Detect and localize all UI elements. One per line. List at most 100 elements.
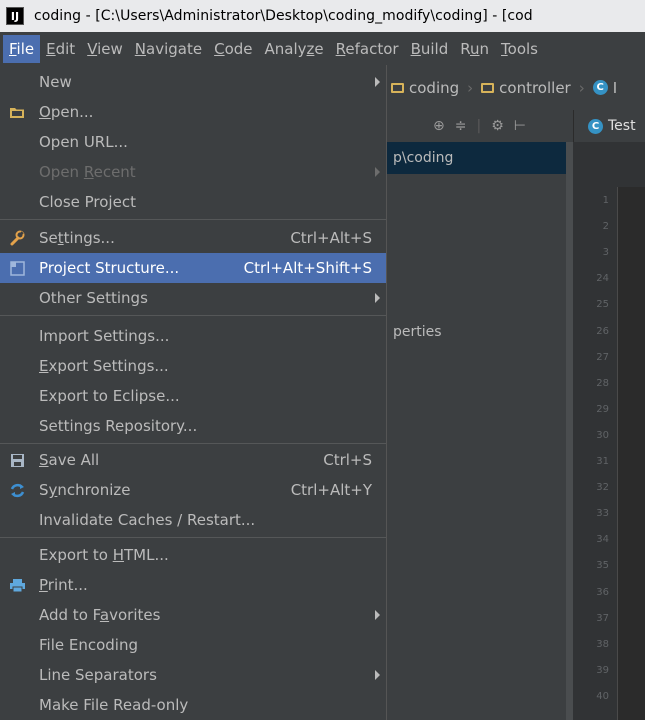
window-title: coding - [C:\Users\Administrator\Desktop… [34, 8, 533, 24]
menu-item-file-encoding[interactable]: File Encoding [0, 630, 386, 660]
chevron-right-icon: › [578, 78, 585, 97]
label-part: File Encoding [39, 636, 138, 654]
menu-item-label: Open URL... [39, 127, 128, 157]
menu-file[interactable]: File [3, 34, 41, 63]
editor-tab[interactable]: C Test [573, 110, 645, 142]
line-number: 35 [596, 560, 609, 572]
folder-icon [391, 82, 404, 93]
menu-label-part: efactor [345, 39, 399, 58]
gear-icon[interactable]: ⚙ [491, 118, 504, 134]
label-part: Line Separators [39, 666, 157, 684]
menu-item-open[interactable]: Open... [0, 97, 386, 127]
file-menu-dropdown: New Open... Open URL... Open Recent Clos… [0, 65, 387, 720]
line-number: 32 [596, 482, 609, 494]
menu-item-label: New [39, 67, 72, 97]
menu-item-label: Project Structure... [39, 253, 179, 283]
line-number: 28 [596, 377, 609, 389]
save-icon [11, 454, 24, 467]
menu-item-open-recent[interactable]: Open Recent [0, 157, 386, 187]
menu-item-export-html[interactable]: Export to HTML... [0, 540, 386, 570]
printer-icon [10, 579, 25, 593]
menu-item-label: Open... [39, 97, 93, 127]
window-title-bar: IJ coding - [C:\Users\Administrator\Desk… [0, 0, 645, 32]
wrench-settings-icon [10, 230, 25, 246]
menu-code[interactable]: Code [208, 35, 258, 63]
label-part: Export to Eclipse... [39, 387, 180, 405]
menu-item-make-read-only[interactable]: Make File Read-only [0, 690, 386, 720]
label-part: vorites [109, 606, 161, 624]
line-number: 25 [596, 299, 609, 311]
menu-item-label: Export Settings... [39, 351, 169, 381]
menu-edit[interactable]: Edit [40, 35, 81, 63]
menu-item-label: Close Project [39, 187, 136, 217]
project-panel-toolbar: ⊕ ≑ | ⚙ ⊢ [387, 110, 573, 142]
line-number: 2 [602, 221, 609, 233]
menu-mnemonic: N [134, 39, 147, 58]
tree-node-label: p\coding [393, 150, 454, 166]
collapse-all-icon[interactable]: ≑ [455, 118, 467, 134]
label-part: xport Settings... [48, 357, 169, 375]
menu-item-settings[interactable]: Settings... Ctrl+Alt+S [0, 223, 386, 253]
menu-item-other-settings[interactable]: Other Settings [0, 283, 386, 313]
submenu-arrow-icon [375, 610, 380, 620]
menu-item-label: Add to Favorites [39, 600, 160, 630]
menu-item-export-settings[interactable]: Export Settings... [0, 351, 386, 381]
project-tree-selected-node[interactable]: p\coding [387, 142, 573, 174]
menu-item-close-project[interactable]: Close Project [0, 187, 386, 217]
label-part: Make File Read-only [39, 696, 189, 714]
hide-panel-icon[interactable]: ⊢ [514, 118, 526, 134]
mnemonic: H [112, 546, 124, 564]
menu-item-label: Export to HTML... [39, 540, 169, 570]
line-number: 1 [602, 195, 609, 206]
menu-label-part: iew [97, 39, 123, 58]
submenu-arrow-icon [375, 293, 380, 303]
label-part: pen... [50, 103, 94, 121]
label-part: Export to [39, 546, 113, 564]
menu-item-new[interactable]: New [0, 67, 386, 97]
menu-item-label: Synchronize [39, 475, 130, 505]
menu-item-settings-repository[interactable]: Settings Repository... [0, 411, 386, 441]
menu-item-add-to-favorites[interactable]: Add to Favorites [0, 600, 386, 630]
menu-refactor[interactable]: Refactor [330, 35, 405, 63]
line-number: 34 [596, 534, 609, 546]
menu-item-print[interactable]: Print... [0, 570, 386, 600]
label-part: rint... [47, 576, 88, 594]
menu-item-shortcut: Ctrl+S [323, 451, 372, 469]
breadcrumb-label: I [612, 78, 618, 97]
menu-navigate[interactable]: Navigate [129, 35, 208, 63]
line-number: 30 [596, 429, 609, 441]
menu-tools[interactable]: Tools [495, 35, 544, 63]
menu-build[interactable]: Build [405, 35, 455, 63]
project-tree-node[interactable]: perties [393, 324, 442, 340]
menu-mnemonic: B [410, 39, 421, 58]
mnemonic: P [39, 576, 48, 594]
menu-item-line-separators[interactable]: Line Separators [0, 660, 386, 690]
code-editor-area[interactable] [617, 187, 645, 720]
synchronize-icon [10, 483, 25, 498]
menu-analyze[interactable]: Analyze [259, 35, 330, 63]
menu-item-save-all[interactable]: Save All Ctrl+S [0, 445, 386, 475]
line-number: 3 [602, 247, 609, 259]
menu-item-label: Other Settings [39, 283, 148, 313]
scroll-from-source-icon[interactable]: ⊕ [433, 118, 445, 134]
breadcrumb-class[interactable]: C I [589, 79, 621, 97]
label-part: TML... [123, 546, 169, 564]
class-icon: C [588, 118, 603, 134]
menu-item-project-structure[interactable]: Project Structure... Ctrl+Alt+Shift+S [0, 253, 386, 283]
menu-item-export-eclipse[interactable]: Export to Eclipse... [0, 381, 386, 411]
breadcrumb-controller[interactable]: controller [477, 79, 575, 97]
menu-item-invalidate-caches[interactable]: Invalidate Caches / Restart... [0, 505, 386, 535]
vertical-scrollbar[interactable] [566, 142, 573, 720]
line-number: 29 [596, 403, 609, 415]
line-number: 40 [596, 690, 609, 702]
menu-item-label: Make File Read-only [39, 690, 188, 720]
menu-item-import-settings[interactable]: Import Settings... [0, 321, 386, 351]
project-tree-panel: p\coding perties [387, 142, 573, 720]
menu-item-label: File Encoding [39, 630, 138, 660]
menu-item-open-url[interactable]: Open URL... [0, 127, 386, 157]
menu-mnemonic: T [501, 39, 508, 58]
menu-run[interactable]: Run [454, 35, 495, 63]
menu-view[interactable]: View [81, 35, 129, 63]
menu-item-synchronize[interactable]: Synchronize Ctrl+Alt+Y [0, 475, 386, 505]
breadcrumb-coding[interactable]: coding [387, 79, 463, 97]
